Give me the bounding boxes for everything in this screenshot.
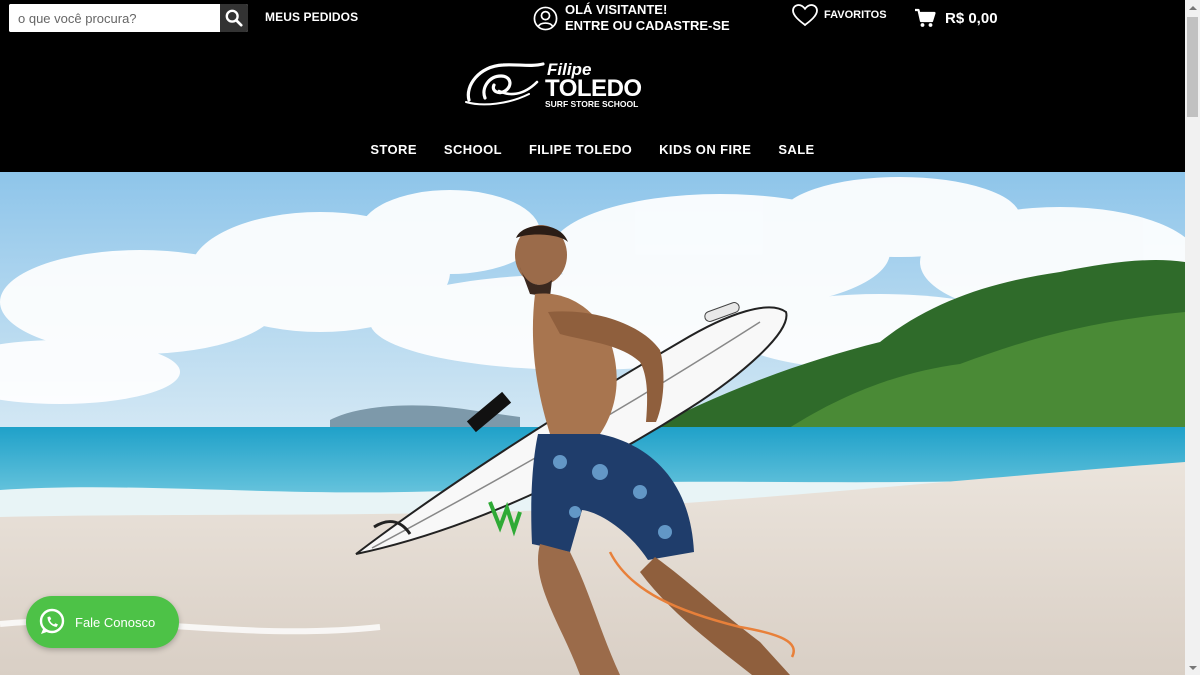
search-icon <box>225 9 243 27</box>
login-link[interactable]: ENTRE OU CADASTRE-SE <box>565 18 730 34</box>
search-button[interactable] <box>220 4 248 32</box>
scrollbar[interactable] <box>1185 0 1200 675</box>
whatsapp-label: Fale Conosco <box>75 614 156 630</box>
favorites-label: FAVORITOS <box>824 9 887 21</box>
site-logo[interactable]: Filipe TOLEDO SURF STORE SCHOOL <box>463 56 665 112</box>
nav-item-store[interactable]: STORE <box>370 142 417 157</box>
heart-icon <box>792 4 818 27</box>
greeting-text: OLÁ VISITANTE! <box>565 2 668 17</box>
hero-image <box>0 172 1185 675</box>
visitor-text: OLÁ VISITANTE! ENTRE OU CADASTRE-SE <box>565 2 730 34</box>
site-header: MEUS PEDIDOS OLÁ VISITANTE! ENTRE OU CAD… <box>0 0 1185 172</box>
whatsapp-icon <box>39 608 65 634</box>
cart-link[interactable]: R$ 0,00 <box>914 8 998 28</box>
nav-item-school[interactable]: SCHOOL <box>444 142 502 157</box>
logo-line2: TOLEDO <box>545 75 642 102</box>
search-input[interactable] <box>9 4 219 32</box>
user-icon <box>533 6 558 30</box>
whatsapp-contact-button[interactable]: Fale Conosco <box>26 596 179 648</box>
my-orders-link[interactable]: MEUS PEDIDOS <box>265 10 358 24</box>
hero-banner[interactable] <box>0 172 1185 675</box>
scroll-down-arrow[interactable] <box>1185 660 1200 675</box>
logo-line3: SURF STORE SCHOOL <box>545 99 638 109</box>
chevron-up-icon <box>1188 5 1197 10</box>
nav-item-kids-on-fire[interactable]: KIDS ON FIRE <box>659 142 751 157</box>
main-nav: STORE SCHOOL FILIPE TOLEDO KIDS ON FIRE … <box>0 142 1185 157</box>
chevron-down-icon <box>1188 665 1197 670</box>
scrollbar-thumb[interactable] <box>1187 17 1198 117</box>
cart-total: R$ 0,00 <box>945 9 998 27</box>
nav-item-sale[interactable]: SALE <box>778 142 814 157</box>
scroll-up-arrow[interactable] <box>1185 0 1200 15</box>
logo-swirl-mark <box>465 62 545 106</box>
nav-item-filipe-toledo[interactable]: FILIPE TOLEDO <box>529 142 632 157</box>
search-box <box>9 4 248 32</box>
cart-icon <box>915 8 936 27</box>
account-link[interactable]: OLÁ VISITANTE! ENTRE OU CADASTRE-SE <box>533 2 730 34</box>
favorites-link[interactable]: FAVORITOS <box>791 3 887 27</box>
